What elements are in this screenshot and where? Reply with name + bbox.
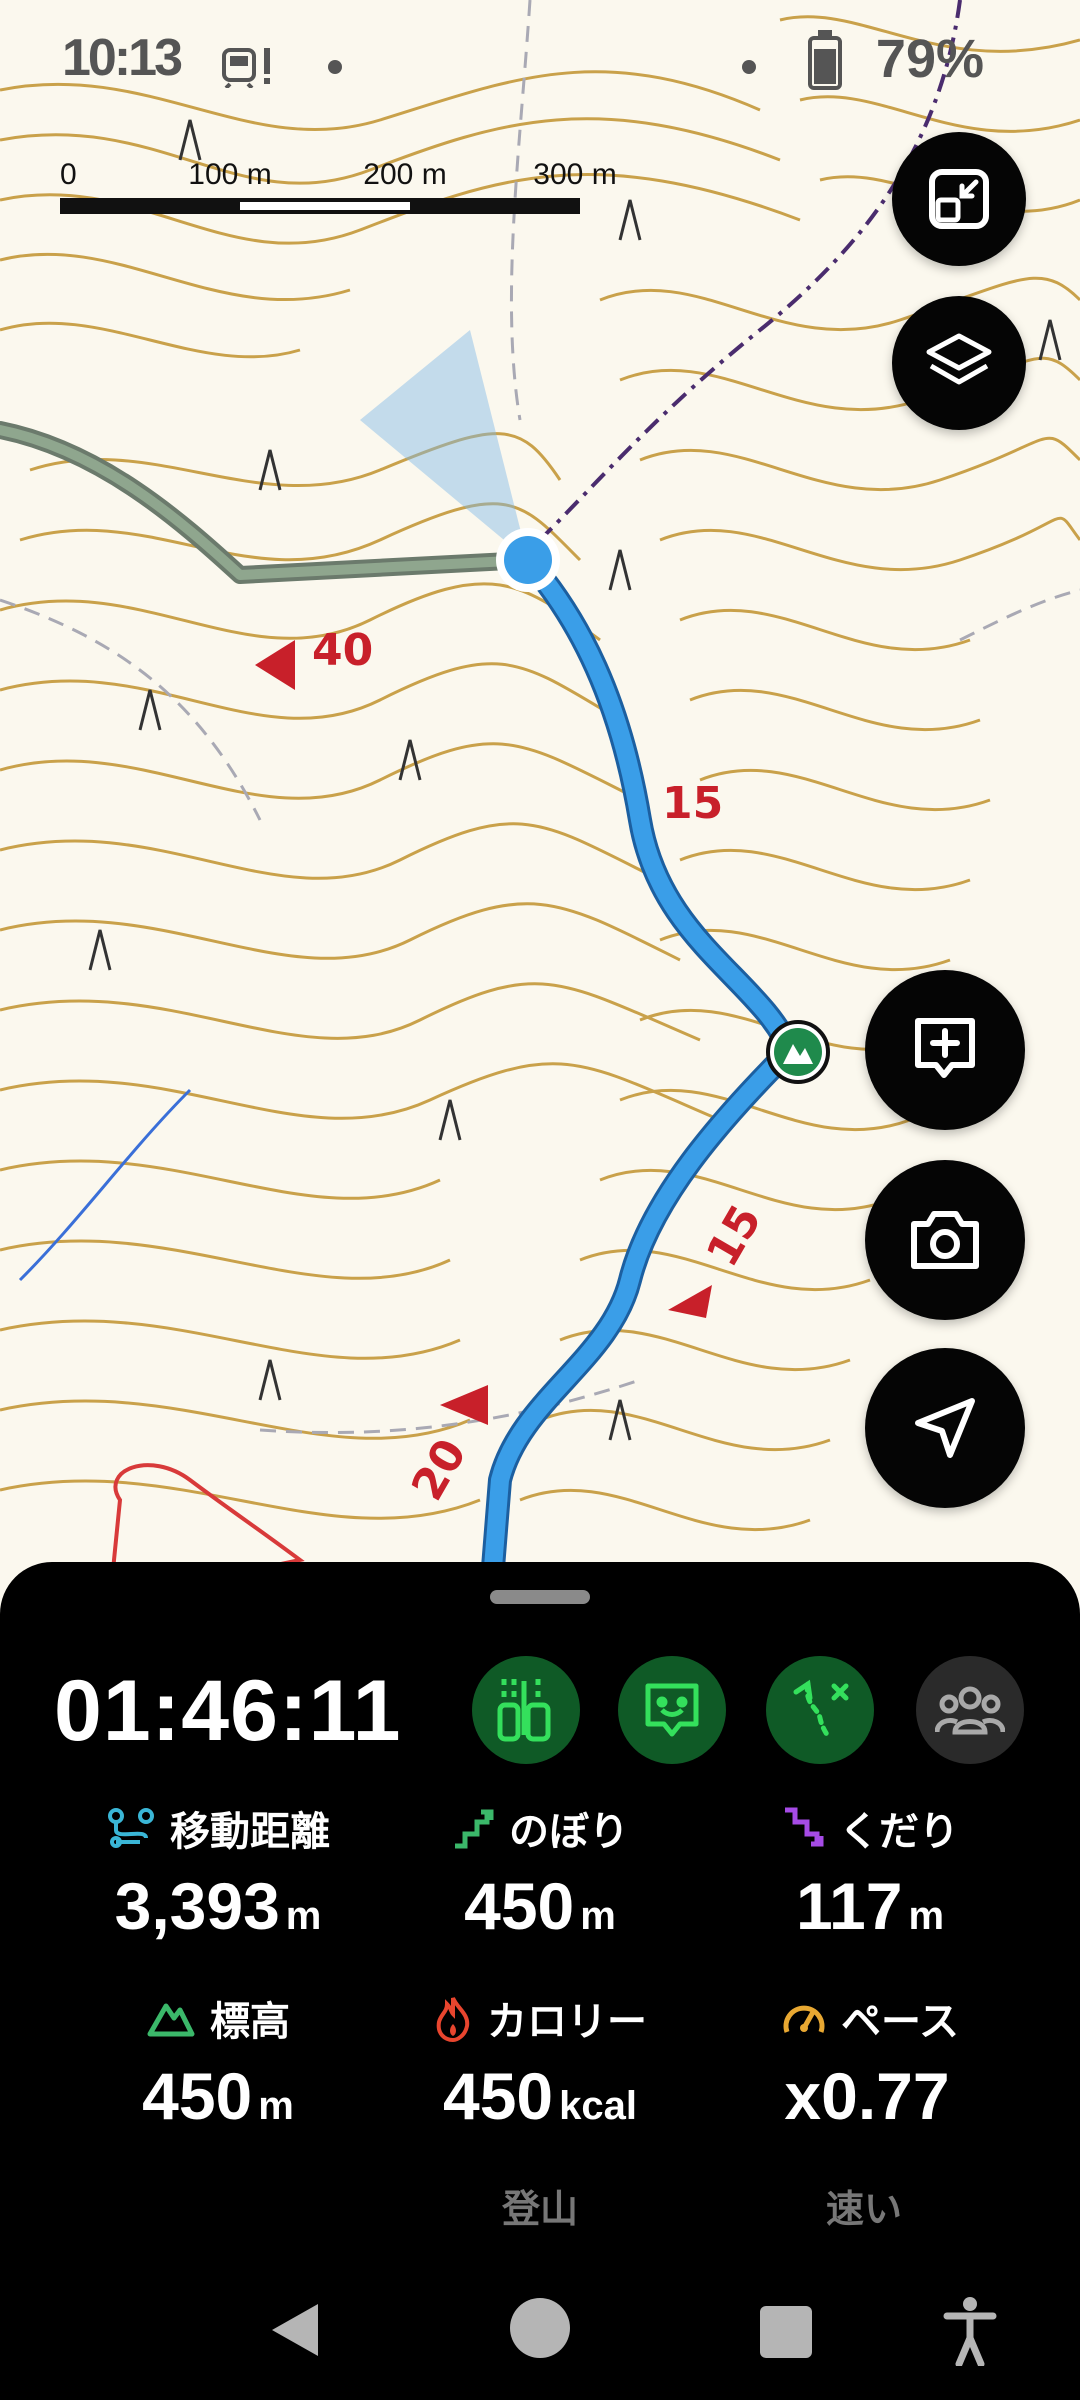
current-location — [496, 528, 560, 592]
message-button[interactable] — [618, 1656, 726, 1764]
recents-icon — [760, 2306, 812, 2358]
stat-elevation-label: 標高 — [210, 1999, 290, 2045]
battery-percent: 79% — [875, 29, 984, 89]
notification-icons — [222, 44, 341, 92]
stat-distance-value: 3,393 — [114, 1869, 280, 1943]
stat-elevation-unit: m — [258, 2084, 294, 2128]
stat-calories-unit: kcal — [559, 2084, 637, 2128]
equipment-button[interactable] — [472, 1656, 580, 1764]
layers-icon — [926, 333, 992, 385]
camera-icon — [911, 1211, 979, 1269]
stat-descent-value: 117 — [795, 1869, 903, 1943]
battery-icon — [808, 30, 842, 90]
stat-descent-unit: m — [908, 1894, 945, 1938]
stat-pace: ペース x0.77 — [700, 1990, 1040, 2134]
scale-label-200: 200 m — [363, 158, 447, 191]
stat-ascent-label: のぼり — [509, 1809, 629, 1855]
accessibility-icon — [943, 2297, 997, 2366]
ascent-icon — [455, 1809, 494, 1849]
stat-descent: くだり 117 m — [700, 1800, 1040, 1944]
accessibility-button[interactable] — [930, 2286, 1010, 2376]
system-navigation-bar — [0, 2250, 1080, 2400]
stat-calories-label: カロリー — [487, 1999, 647, 2045]
descent-icon — [785, 1807, 824, 1847]
stat-descent-label: くだり — [839, 1809, 959, 1855]
marker-label-40: 40 — [312, 625, 373, 676]
recents-button[interactable] — [746, 2292, 826, 2372]
message-icon — [645, 1683, 699, 1737]
stat-ascent: のぼり 450 m — [370, 1800, 710, 1944]
collapse-map-icon — [929, 169, 989, 229]
elevation-icon — [147, 2003, 195, 2037]
pace-description: 速い — [825, 2187, 902, 2231]
stat-pace-value: x0.77 — [784, 2059, 950, 2133]
camera-button[interactable] — [865, 1160, 1025, 1320]
elapsed-time: 01:46:11 — [54, 1663, 402, 1759]
add-note-button[interactable] — [865, 970, 1025, 1130]
stat-calories-value: 450 — [443, 2059, 554, 2133]
add-note-icon — [915, 1018, 975, 1078]
distance-icon — [108, 1808, 154, 1848]
stat-distance-label: 移動距離 — [170, 1809, 330, 1855]
map-scale-bar: 0 100 m 200 m 300 m — [60, 158, 617, 228]
stat-pace-label: ペース — [841, 1999, 959, 2045]
route-off-button[interactable] — [766, 1656, 874, 1764]
stat-elevation: 標高 450 m — [48, 1990, 388, 2134]
stat-ascent-unit: m — [580, 1894, 616, 1938]
back-icon — [272, 2304, 318, 2356]
status-dot — [328, 60, 342, 74]
summit-icon[interactable] — [766, 1020, 830, 1084]
group-button[interactable] — [916, 1656, 1024, 1764]
scale-label-0: 0 — [60, 158, 77, 191]
calorie-activity-type: 登山 — [501, 2187, 578, 2231]
stat-distance-unit: m — [285, 1894, 322, 1938]
collapse-map-button[interactable] — [892, 132, 1026, 266]
stat-elevation-value: 450 — [142, 2059, 253, 2133]
equipment-icon — [497, 1679, 551, 1742]
scale-label-300: 300 m — [533, 158, 617, 191]
marker-label-15a: 15 — [662, 778, 723, 829]
route-off-icon — [793, 1679, 849, 1739]
stat-distance: 移動距離 3,393 m — [48, 1800, 388, 1944]
signal-dot — [742, 60, 756, 74]
navigate-icon — [915, 1398, 975, 1458]
status-bar: 10:13 79% — [0, 0, 1080, 130]
stat-ascent-value: 450 — [464, 1869, 575, 1943]
home-button[interactable] — [500, 2288, 580, 2368]
status-time: 10:13 — [62, 29, 183, 87]
home-icon — [510, 2298, 570, 2358]
stat-calories: カロリー 450 kcal — [370, 1990, 710, 2134]
flame-icon — [436, 1997, 470, 2042]
layers-button[interactable] — [892, 296, 1026, 430]
back-button[interactable] — [250, 2290, 340, 2370]
navigate-button[interactable] — [865, 1348, 1025, 1508]
scale-label-100: 100 m — [188, 158, 272, 191]
speedometer-icon — [783, 2005, 825, 2033]
panel-drag-handle[interactable] — [490, 1590, 590, 1604]
group-icon — [935, 1686, 1005, 1735]
